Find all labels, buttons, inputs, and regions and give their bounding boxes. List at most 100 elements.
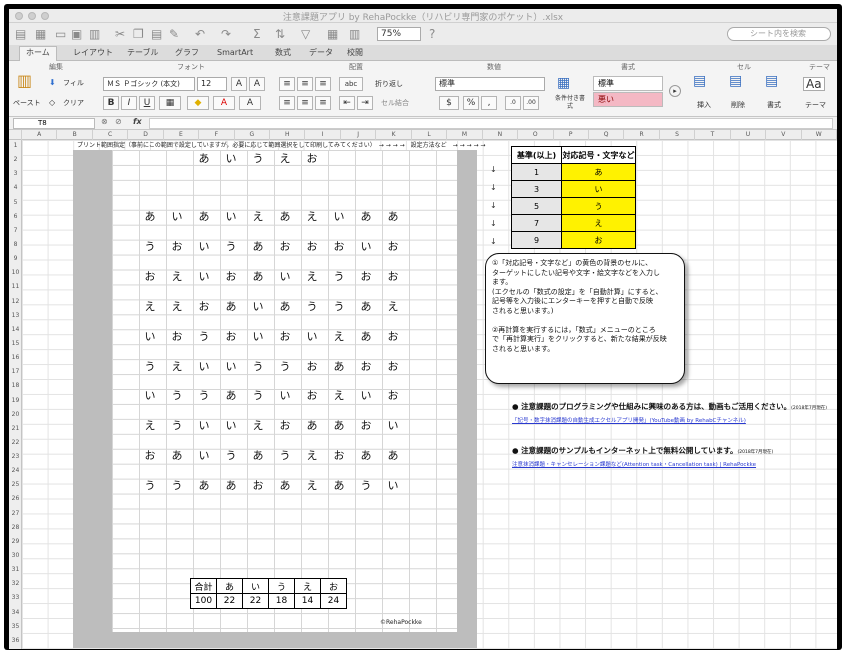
conditional-format-icon[interactable]: ▦ bbox=[557, 76, 570, 90]
row-header[interactable]: 25 bbox=[9, 481, 22, 495]
column-header[interactable]: U bbox=[731, 130, 767, 140]
align-left-icon[interactable]: ≡ bbox=[279, 96, 295, 110]
outdent-icon[interactable]: ⇤ bbox=[339, 96, 355, 110]
styles-more-icon[interactable]: ▸ bbox=[669, 85, 681, 97]
underline-button[interactable]: U bbox=[139, 96, 155, 110]
eraser-icon[interactable]: ◇ bbox=[49, 97, 55, 109]
row-header[interactable]: 28 bbox=[9, 524, 22, 538]
column-header[interactable]: E bbox=[164, 130, 200, 140]
row-header[interactable]: 10 bbox=[9, 269, 22, 283]
gallery-icon[interactable]: ▦ bbox=[327, 27, 338, 41]
template-icon[interactable]: ▦ bbox=[35, 27, 46, 41]
column-header[interactable]: V bbox=[766, 130, 802, 140]
column-header[interactable]: S bbox=[660, 130, 696, 140]
new-icon[interactable]: ▤ bbox=[15, 27, 26, 41]
clear-button[interactable]: クリア bbox=[63, 97, 84, 109]
column-header[interactable]: I bbox=[305, 130, 341, 140]
tab-review[interactable]: 校閲 bbox=[347, 47, 363, 59]
fill-icon[interactable]: ⬇ bbox=[49, 77, 56, 89]
ref-symbol[interactable]: え bbox=[561, 214, 636, 232]
ref-symbol[interactable]: う bbox=[561, 197, 636, 215]
enter-icon[interactable]: ⊘ bbox=[115, 117, 122, 126]
row-header[interactable]: 9 bbox=[9, 255, 22, 269]
column-header[interactable]: N bbox=[483, 130, 519, 140]
row-header[interactable]: 31 bbox=[9, 566, 22, 580]
undo-icon[interactable]: ↶ bbox=[195, 27, 205, 41]
number-format-select[interactable]: 標準 bbox=[435, 77, 545, 91]
column-header[interactable]: T bbox=[695, 130, 731, 140]
youtube-link[interactable]: 「記号・数字抹消課題の自動生成エクセルアプリ開発」(YouTube動画 by R… bbox=[512, 416, 746, 424]
row-header[interactable]: 18 bbox=[9, 382, 22, 396]
row-header[interactable]: 11 bbox=[9, 283, 22, 297]
themes-icon[interactable]: Aa bbox=[803, 77, 825, 91]
row-header[interactable]: 12 bbox=[9, 298, 22, 312]
column-header[interactable]: K bbox=[376, 130, 412, 140]
row-header[interactable]: 35 bbox=[9, 623, 22, 637]
font-size-select[interactable]: 12 bbox=[197, 77, 227, 91]
align-center-icon[interactable]: ≡ bbox=[297, 96, 313, 110]
format-cells-icon[interactable]: ▤ bbox=[765, 74, 778, 88]
column-header[interactable]: M bbox=[447, 130, 483, 140]
row-header[interactable]: 19 bbox=[9, 397, 22, 411]
select-all-corner[interactable] bbox=[9, 130, 22, 140]
tab-smartart[interactable]: SmartArt bbox=[217, 47, 253, 59]
merge-cells-button[interactable]: セル結合 bbox=[381, 97, 409, 109]
row-header[interactable]: 6 bbox=[9, 213, 22, 227]
filter-icon[interactable]: ▽ bbox=[301, 27, 310, 41]
delete-cells-icon[interactable]: ▤ bbox=[729, 74, 742, 88]
column-header[interactable]: B bbox=[57, 130, 93, 140]
ref-symbol[interactable]: お bbox=[561, 231, 636, 249]
conditional-format-button[interactable]: 条件付き書式 bbox=[553, 95, 587, 111]
zoom-select[interactable]: 75% bbox=[377, 27, 421, 41]
style-bad[interactable]: 悪い bbox=[593, 92, 663, 107]
ref-symbol[interactable]: あ bbox=[561, 163, 636, 181]
bold-button[interactable]: B bbox=[103, 96, 119, 110]
paste-button[interactable]: ペースト bbox=[13, 97, 41, 109]
align-bottom-icon[interactable]: ≡ bbox=[315, 77, 331, 91]
fill-button[interactable]: フィル bbox=[63, 77, 84, 89]
column-header[interactable]: F bbox=[199, 130, 235, 140]
column-header[interactable]: W bbox=[802, 130, 837, 140]
column-header[interactable]: Q bbox=[589, 130, 625, 140]
save-icon[interactable]: ▣ bbox=[71, 27, 82, 41]
italic-button[interactable]: I bbox=[121, 96, 137, 110]
row-header[interactable]: 16 bbox=[9, 354, 22, 368]
row-header[interactable]: 27 bbox=[9, 510, 22, 524]
borders-button[interactable]: ▦ bbox=[159, 96, 181, 110]
delete-button[interactable]: 削除 bbox=[731, 99, 745, 111]
comma-icon[interactable]: , bbox=[481, 96, 497, 110]
currency-icon[interactable]: $ bbox=[439, 96, 459, 110]
worksheet-grid[interactable]: あ い う え お あいあいえあえいああうおいうあおおおいおおえいおあいえうおお… bbox=[22, 140, 837, 649]
tab-data[interactable]: データ bbox=[309, 47, 333, 59]
increase-decimal-icon[interactable]: .0 bbox=[505, 96, 521, 110]
column-header[interactable]: J bbox=[341, 130, 377, 140]
row-header[interactable]: 15 bbox=[9, 340, 22, 354]
format-painter-icon[interactable]: ✎ bbox=[169, 27, 179, 41]
fx-button[interactable]: fx bbox=[133, 117, 142, 126]
row-header[interactable]: 2 bbox=[9, 156, 22, 170]
copy-icon[interactable]: ❐ bbox=[133, 27, 144, 41]
insert-button[interactable]: 挿入 bbox=[697, 99, 711, 111]
row-header[interactable]: 1 bbox=[9, 142, 22, 156]
tab-home[interactable]: ホーム bbox=[19, 46, 57, 61]
row-header[interactable]: 5 bbox=[9, 199, 22, 213]
orientation-button[interactable]: abc bbox=[339, 77, 363, 91]
cut-icon[interactable]: ✂ bbox=[115, 27, 125, 41]
toolbox-icon[interactable]: ▥ bbox=[349, 27, 360, 41]
row-header[interactable]: 13 bbox=[9, 312, 22, 326]
ref-symbol[interactable]: い bbox=[561, 180, 636, 198]
tab-chart[interactable]: グラフ bbox=[175, 47, 199, 59]
sort-icon[interactable]: ⇅ bbox=[275, 27, 285, 41]
text-effects-button[interactable]: A bbox=[239, 96, 261, 110]
formula-input[interactable] bbox=[149, 118, 833, 129]
font-color-button[interactable]: A bbox=[213, 96, 235, 110]
row-header[interactable]: 33 bbox=[9, 594, 22, 608]
row-header[interactable]: 23 bbox=[9, 453, 22, 467]
style-normal[interactable]: 標準 bbox=[593, 76, 663, 91]
cancel-icon[interactable]: ⊗ bbox=[101, 117, 108, 126]
column-header[interactable]: R bbox=[624, 130, 660, 140]
row-header[interactable]: 36 bbox=[9, 637, 22, 649]
paste-icon[interactable]: ▤ bbox=[151, 27, 162, 41]
rehapockke-link[interactable]: 注意抹消課題・キャンセレーション課題など(Attention task・Canc… bbox=[512, 460, 756, 468]
row-header[interactable]: 32 bbox=[9, 580, 22, 594]
